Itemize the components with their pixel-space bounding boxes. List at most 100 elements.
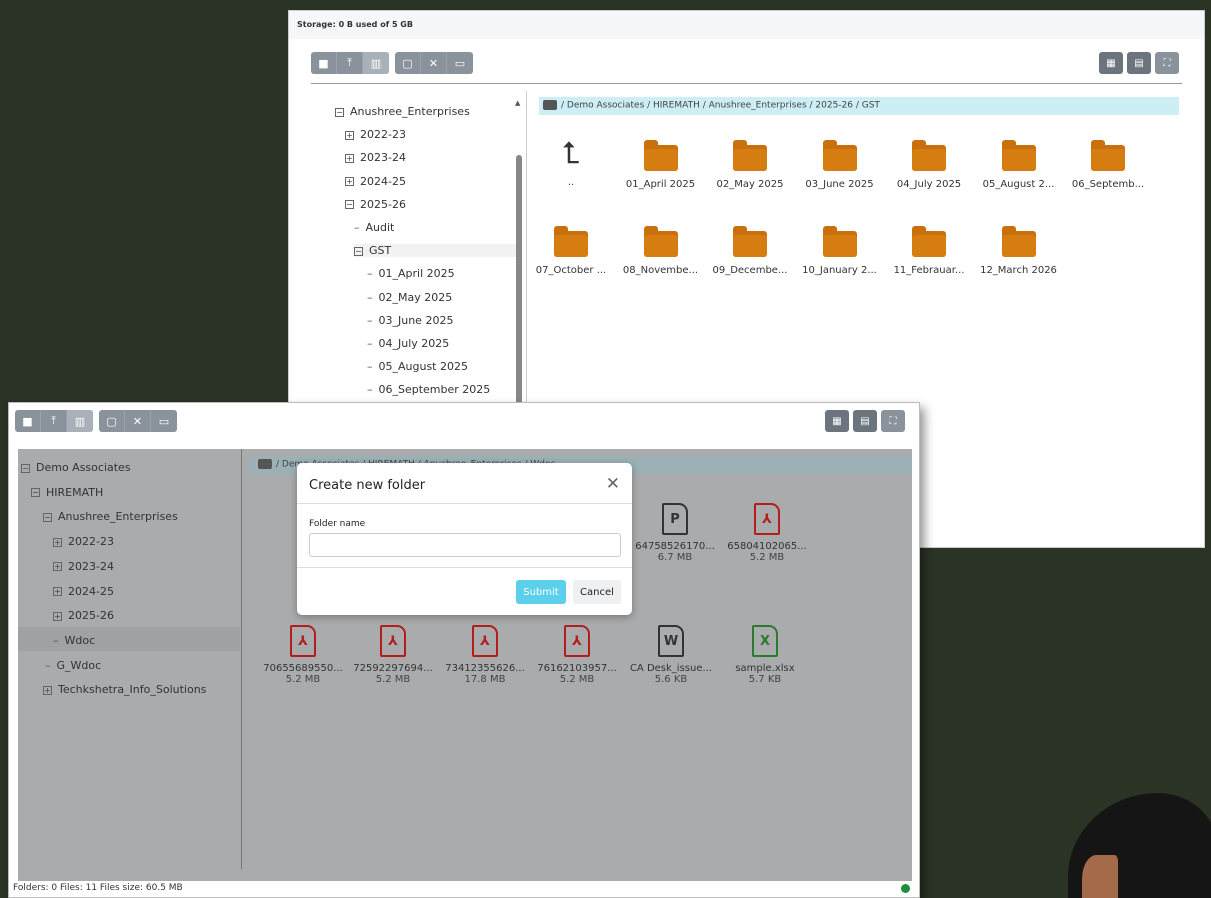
- tree-scrollbar[interactable]: ▲: [515, 99, 523, 411]
- folder-tile[interactable]: 01_April 2025: [617, 140, 705, 190]
- expand-icon[interactable]: +: [53, 562, 62, 572]
- fullscreen-icon[interactable]: ⛶: [1155, 52, 1179, 74]
- tree-item[interactable]: +2023-24: [345, 151, 406, 164]
- copy-icon[interactable]: ▢: [395, 52, 421, 74]
- folder-tile[interactable]: 06_Septemb...: [1064, 140, 1152, 190]
- file-size: 5.7 KB: [748, 674, 782, 685]
- fullscreen-icon[interactable]: ⛶: [881, 410, 905, 432]
- drive-icon[interactable]: [543, 100, 557, 110]
- file-tile[interactable]: ⅄ 65804102065... 5.2 MB: [723, 503, 811, 563]
- file-name: 65804102065...: [727, 541, 807, 552]
- tree-item[interactable]: − Anushree_Enterprises: [335, 105, 470, 118]
- file-size: 17.8 MB: [464, 674, 506, 685]
- drive-icon[interactable]: [258, 459, 272, 469]
- folder-tile[interactable]: 09_Decembe...: [706, 226, 794, 276]
- new-folder-icon[interactable]: ■: [15, 410, 41, 432]
- file-tile[interactable]: ⅄ 70655689550... 5.2 MB: [259, 625, 347, 685]
- folder-name-input[interactable]: [309, 533, 621, 557]
- tree-item[interactable]: +2024-25: [53, 585, 114, 598]
- tree-item[interactable]: − GST: [354, 244, 522, 258]
- tree-item[interactable]: –06_September 2025: [367, 383, 490, 396]
- upload-icon[interactable]: ⤒: [41, 410, 67, 432]
- expand-icon[interactable]: +: [53, 611, 62, 621]
- tree-item[interactable]: –04_July 2025: [367, 337, 449, 350]
- tree-item[interactable]: +2024-25: [345, 175, 406, 188]
- paste-icon[interactable]: ▭: [151, 410, 177, 432]
- upload-icon[interactable]: ⤒: [337, 52, 363, 74]
- file-tile[interactable]: ⅄ 76162103957... 5.2 MB: [533, 625, 621, 685]
- delete-icon[interactable]: ▥: [67, 410, 93, 432]
- expand-icon[interactable]: +: [43, 685, 52, 695]
- close-icon[interactable]: ✕: [606, 474, 620, 494]
- file-tile[interactable]: W CA Desk_issue... 5.6 KB: [627, 625, 715, 685]
- collapse-icon[interactable]: −: [345, 200, 354, 210]
- tree-item[interactable]: – Audit: [354, 221, 394, 234]
- copy-icon[interactable]: ▢: [99, 410, 125, 432]
- front-pane-divider[interactable]: [241, 449, 242, 869]
- file-tile[interactable]: Xsample.xlsx 5.7 KB: [721, 625, 809, 685]
- pdf-file-icon: ⅄: [564, 625, 590, 657]
- tree-item-label: 2024-25: [68, 584, 114, 598]
- list-view-icon[interactable]: ▤: [853, 410, 877, 432]
- paste-icon[interactable]: ▭: [447, 52, 473, 74]
- tree-item[interactable]: − Demo Associates: [21, 461, 131, 474]
- tree-item-label: 2025-26: [68, 609, 114, 623]
- cut-icon[interactable]: ✕: [421, 52, 447, 74]
- tree-item[interactable]: – Wdoc: [53, 634, 95, 647]
- dialog-header-divider: [297, 503, 632, 504]
- delete-icon[interactable]: ▥: [363, 52, 389, 74]
- tree-item-label: Wdoc: [64, 633, 96, 647]
- folder-tile[interactable]: 03_June 2025: [796, 140, 884, 190]
- tree-item[interactable]: +2022-23: [345, 128, 406, 141]
- tree-item[interactable]: –01_April 2025: [367, 267, 455, 280]
- collapse-icon[interactable]: −: [31, 488, 40, 498]
- folder-tile[interactable]: 02_May 2025: [706, 140, 794, 190]
- tree-item[interactable]: – G_Wdoc: [45, 659, 101, 672]
- collapse-icon[interactable]: −: [21, 463, 30, 473]
- folder-tile[interactable]: 07_October ...: [527, 226, 615, 276]
- collapse-icon[interactable]: −: [335, 107, 344, 117]
- expand-icon[interactable]: +: [345, 153, 354, 163]
- scroll-up-icon[interactable]: ▲: [515, 99, 520, 107]
- parent-folder-tile[interactable]: ⮤ ..: [527, 139, 615, 189]
- tree-item[interactable]: –05_August 2025: [367, 360, 468, 373]
- tree-item[interactable]: −2025-26: [345, 198, 406, 211]
- submit-button[interactable]: Submit: [516, 580, 566, 604]
- tree-item[interactable]: –02_May 2025: [367, 291, 452, 304]
- folder-tile[interactable]: 10_January 2...: [796, 226, 884, 276]
- expand-icon[interactable]: +: [345, 177, 354, 187]
- cut-icon[interactable]: ✕: [125, 410, 151, 432]
- grid-view-icon[interactable]: ▦: [1099, 52, 1123, 74]
- tree-item[interactable]: − Anushree_Enterprises: [43, 510, 178, 523]
- cancel-button[interactable]: Cancel: [573, 580, 621, 604]
- tree-item[interactable]: + Techkshetra_Info_Solutions: [43, 683, 206, 696]
- tree-item[interactable]: +2025-26: [53, 609, 114, 622]
- leaf-dash-icon: –: [367, 360, 373, 374]
- folder-tile[interactable]: 04_July 2025: [885, 140, 973, 190]
- breadcrumb-path[interactable]: / Demo Associates / HIREMATH / Anushree_…: [561, 101, 880, 111]
- folder-tile[interactable]: 05_August 2...: [975, 140, 1063, 190]
- collapse-icon[interactable]: −: [43, 512, 52, 522]
- new-folder-icon[interactable]: ■: [311, 52, 337, 74]
- folder-tile[interactable]: 08_Novembe...: [617, 226, 705, 276]
- file-tile[interactable]: P 64758526170... 6.7 MB: [631, 503, 719, 563]
- tree-item-label: Demo Associates: [36, 461, 131, 474]
- tree-item[interactable]: +2023-24: [53, 560, 114, 573]
- folder-icon: [822, 140, 857, 171]
- tree-item[interactable]: − HIREMATH: [31, 486, 103, 499]
- collapse-icon[interactable]: −: [354, 246, 363, 256]
- file-type-glyph: X: [759, 634, 771, 649]
- file-tile[interactable]: ⅄ 73412355626... 17.8 MB: [441, 625, 529, 685]
- list-view-icon[interactable]: ▤: [1127, 52, 1151, 74]
- scrollbar-thumb[interactable]: [516, 155, 522, 411]
- tree-item[interactable]: +2022-23: [53, 535, 114, 548]
- tree-item-label: Audit: [365, 221, 395, 234]
- file-tile[interactable]: ⅄ 72592297694... 5.2 MB: [349, 625, 437, 685]
- tree-item[interactable]: –03_June 2025: [367, 314, 453, 327]
- grid-view-icon[interactable]: ▦: [825, 410, 849, 432]
- expand-icon[interactable]: +: [345, 130, 354, 140]
- expand-icon[interactable]: +: [53, 587, 62, 596]
- folder-tile[interactable]: 11_Febrauar...: [885, 226, 973, 276]
- folder-tile[interactable]: 12_March 2026: [975, 226, 1063, 276]
- expand-icon[interactable]: +: [53, 537, 62, 547]
